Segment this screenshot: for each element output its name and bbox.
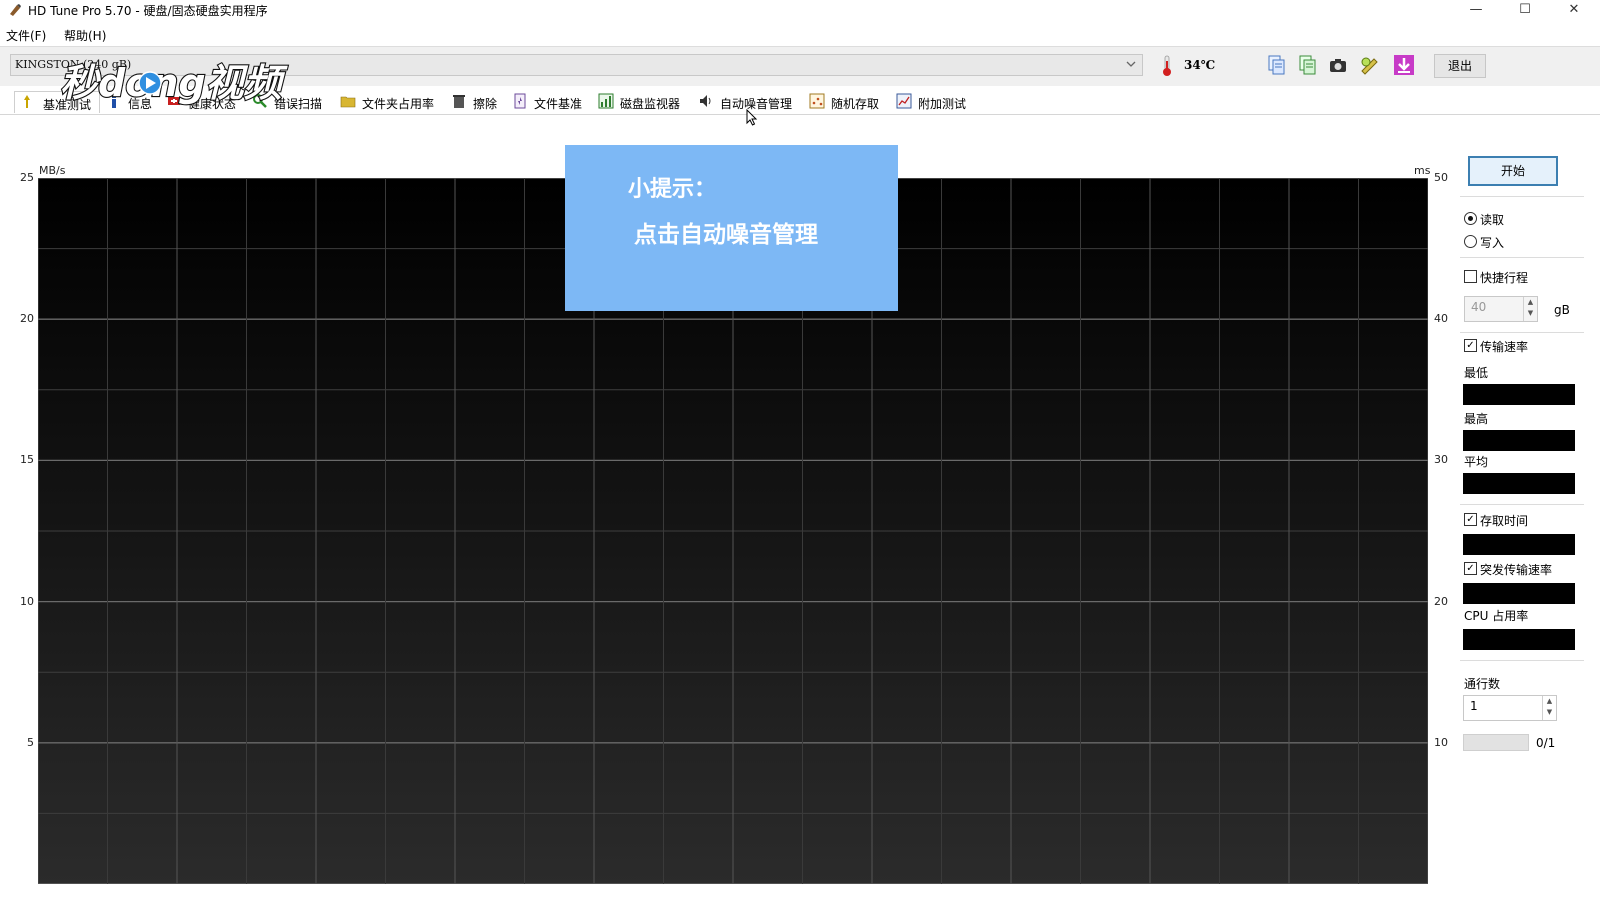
tab-random-access[interactable]: 随机存取: [809, 91, 889, 113]
access-time-checkbox[interactable]: ✓: [1464, 513, 1477, 526]
tab-extra-tests[interactable]: 附加测试: [896, 91, 980, 113]
tab-random-access-label: 随机存取: [831, 97, 880, 111]
read-radio-label: 读取: [1480, 213, 1505, 227]
svg-text:秒dong视频: 秒dong视频: [60, 61, 289, 105]
tab-disk-monitor-label: 磁盘监视器: [620, 97, 681, 111]
write-radio[interactable]: [1464, 235, 1477, 248]
tip-overlay: 小提示： 点击自动噪音管理: [565, 145, 898, 311]
app-logo-icon: [10, 4, 21, 16]
tab-folder-usage-label: 文件夹占用率: [362, 97, 435, 111]
passes-stepper[interactable]: ▲ ▼: [1542, 696, 1556, 720]
chevron-down-icon: [1126, 61, 1136, 67]
short-stroke-unit: gB: [1554, 303, 1570, 317]
write-radio-label: 写入: [1480, 236, 1505, 250]
avg-value-box: [1463, 473, 1575, 494]
divider: [1460, 257, 1584, 258]
left-axis-unit: MB/s: [39, 164, 66, 177]
copy-info-icon[interactable]: [1264, 53, 1288, 77]
tab-file-benchmark-label: 文件基准: [534, 97, 583, 111]
tip-body: 点击自动噪音管理: [634, 222, 818, 248]
left-axis-tick-label: 15: [20, 453, 34, 467]
divider: [1460, 660, 1584, 661]
tip-title: 小提示：: [628, 177, 717, 202]
file-benchmark-icon: [514, 93, 526, 109]
passes-value: 1: [1470, 699, 1478, 713]
menu-file[interactable]: 文件(F): [6, 27, 46, 44]
options-icon[interactable]: [1357, 53, 1381, 77]
exit-button[interactable]: 退出: [1434, 54, 1486, 78]
min-value-box: [1463, 384, 1575, 405]
right-axis-tick-label: 20: [1434, 594, 1448, 608]
right-axis-unit: ms: [1414, 164, 1431, 177]
menu-bar: 文件(F) 帮助(H): [0, 23, 1600, 45]
maximize-button[interactable]: ☐: [1502, 0, 1548, 22]
divider: [1460, 196, 1584, 197]
progress-bar: [1463, 734, 1529, 751]
short-stroke-value: 40: [1471, 300, 1487, 314]
progress-text: 0/1: [1536, 736, 1556, 750]
short-stroke-label: 快捷行程: [1480, 271, 1529, 285]
burst-rate-label: 突发传输速率: [1480, 563, 1553, 577]
read-radio[interactable]: [1464, 212, 1477, 225]
divider: [1460, 504, 1584, 505]
screenshot-icon[interactable]: [1326, 53, 1350, 77]
max-value-box: [1463, 430, 1575, 451]
tab-erase[interactable]: 擦除: [451, 91, 505, 113]
avg-label: 平均: [1464, 455, 1489, 469]
copy-all-icon[interactable]: [1295, 53, 1319, 77]
burst-rate-checkbox[interactable]: ✓: [1464, 562, 1477, 575]
folder-usage-icon: [340, 96, 356, 108]
tab-extra-tests-label: 附加测试: [918, 97, 967, 111]
menu-help[interactable]: 帮助(H): [64, 27, 106, 44]
divider: [1460, 332, 1584, 333]
title-bar: HD Tune Pro 5.70 - 硬盘/固态硬盘实用程序 — ☐ ✕: [0, 0, 1600, 22]
extra-tests-icon: [896, 93, 912, 109]
access-time-label: 存取时间: [1480, 514, 1529, 528]
right-axis-tick-label: 10: [1434, 735, 1448, 749]
noise-management-icon: [700, 95, 711, 107]
minimize-button[interactable]: —: [1453, 0, 1499, 22]
erase-icon: [453, 95, 465, 108]
burst-rate-value-box: [1463, 583, 1575, 604]
left-axis-tick-label: 10: [20, 594, 34, 608]
benchmark-icon: [24, 95, 30, 108]
short-stroke-input[interactable]: 40 ▲ ▼: [1464, 296, 1538, 322]
tab-folder-usage[interactable]: 文件夹占用率: [340, 91, 444, 113]
right-axis-tick-label: 50: [1434, 171, 1448, 184]
short-stroke-checkbox[interactable]: [1464, 270, 1477, 283]
benchmark-options-panel: 开始 读取 写入 快捷行程 40 ▲ ▼ gB ✓ 传输速率 最低 最高 平均 ✓…: [1458, 150, 1588, 890]
passes-label: 通行数: [1464, 677, 1501, 691]
transfer-rate-checkbox[interactable]: ✓: [1464, 339, 1477, 352]
transfer-rate-label: 传输速率: [1480, 340, 1529, 354]
thermometer-icon: [1163, 55, 1171, 76]
start-button[interactable]: 开始: [1468, 156, 1558, 186]
tab-erase-label: 擦除: [473, 97, 498, 111]
tab-disk-monitor[interactable]: 磁盘监视器: [598, 91, 690, 113]
save-icon[interactable]: [1392, 53, 1416, 77]
radio-selected-dot: [1468, 216, 1473, 221]
temperature-readout: 34℃: [1184, 58, 1216, 72]
mouse-cursor-icon: [746, 109, 758, 126]
cpu-usage-value-box: [1463, 629, 1575, 650]
left-axis-tick-label: 25: [20, 171, 34, 184]
watermark-logo: 秒dong视频: [59, 60, 290, 106]
cpu-usage-label: CPU 占用率: [1464, 609, 1529, 623]
right-axis-tick-label: 40: [1434, 312, 1448, 326]
random-access-icon: [809, 93, 825, 109]
access-time-value-box: [1463, 534, 1575, 555]
passes-input[interactable]: 1 ▲ ▼: [1463, 695, 1557, 721]
left-axis-tick-label: 5: [27, 735, 34, 749]
window-title: HD Tune Pro 5.70 - 硬盘/固态硬盘实用程序: [28, 4, 268, 18]
right-axis-tick-label: 30: [1434, 453, 1448, 467]
tab-file-benchmark[interactable]: 文件基准: [512, 91, 592, 113]
short-stroke-stepper[interactable]: ▲ ▼: [1523, 297, 1537, 321]
max-label: 最高: [1464, 412, 1489, 426]
left-axis-tick-label: 20: [20, 312, 34, 326]
close-button[interactable]: ✕: [1551, 0, 1597, 22]
min-label: 最低: [1464, 366, 1489, 380]
disk-monitor-icon: [598, 93, 614, 109]
